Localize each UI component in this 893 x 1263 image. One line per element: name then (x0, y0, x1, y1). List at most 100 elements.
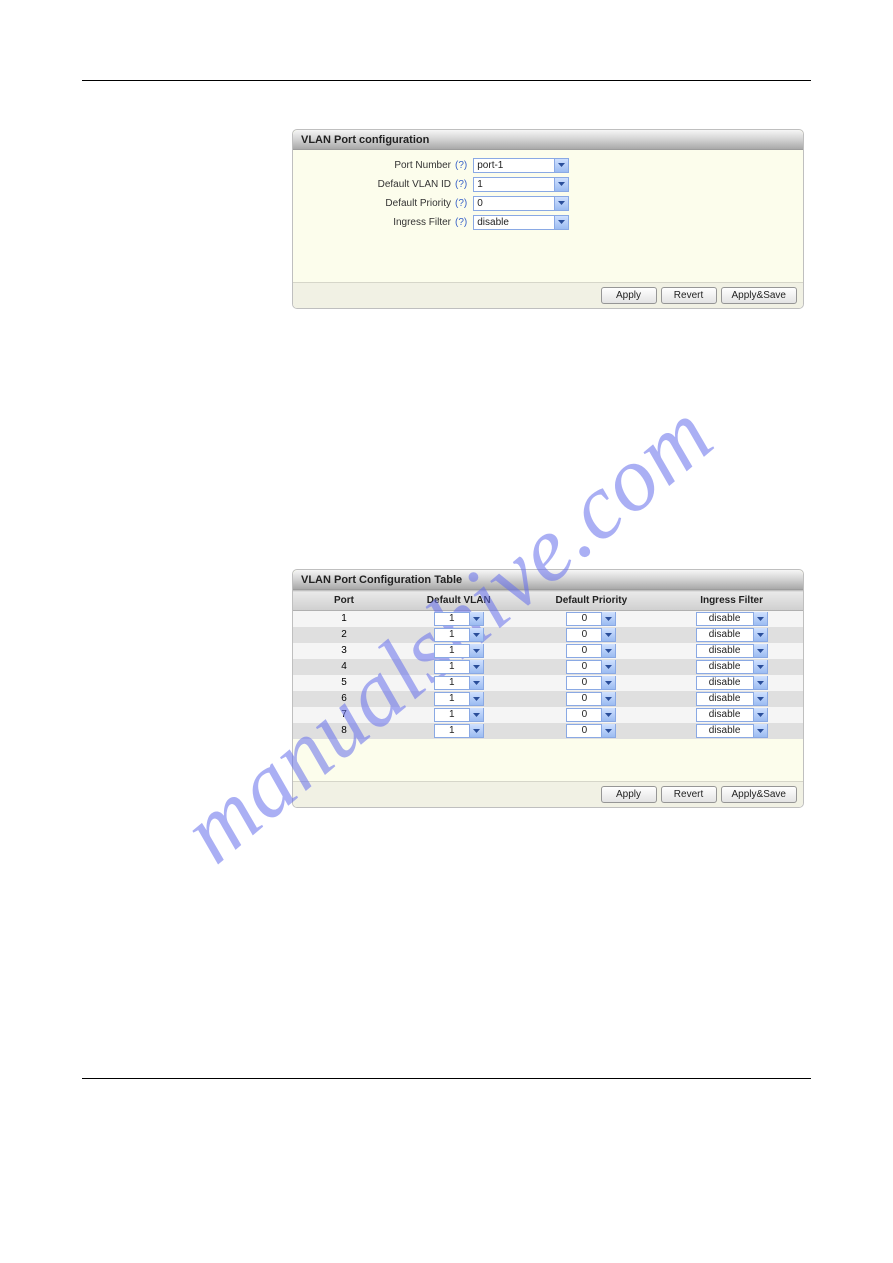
chevron-down-icon (469, 692, 483, 705)
chevron-down-icon (601, 660, 615, 673)
cell-port: 7 (293, 707, 395, 723)
vlan-port-config-title: VLAN Port configuration (301, 134, 429, 146)
chevron-down-icon (554, 216, 568, 229)
select-row-priority[interactable]: 0 (566, 644, 616, 658)
select-ingress-filter-value: disable (474, 217, 554, 228)
select-row-priority[interactable]: 0 (566, 708, 616, 722)
col-default-priority: Default Priority (523, 591, 661, 611)
select-row-filter[interactable]: disable (696, 628, 768, 642)
table-row: 8 1 0 disable (293, 723, 803, 739)
apply-save-button[interactable]: Apply&Save (721, 287, 797, 304)
chevron-down-icon (469, 644, 483, 657)
select-row-priority[interactable]: 0 (566, 612, 616, 626)
select-row-vlan[interactable]: 1 (434, 724, 484, 738)
select-row-vlan[interactable]: 1 (434, 692, 484, 706)
select-row-filter[interactable]: disable (696, 708, 768, 722)
vlan-port-table-header: VLAN Port Configuration Table (293, 570, 803, 590)
select-default-priority[interactable]: 0 (473, 196, 569, 211)
chevron-down-icon (469, 628, 483, 641)
vlan-port-config-panel: VLAN Port configuration Port Number (?) … (292, 129, 804, 309)
select-row-vlan[interactable]: 1 (434, 660, 484, 674)
chevron-down-icon (554, 178, 568, 191)
chevron-down-icon (753, 612, 767, 625)
row-ingress-filter: Ingress Filter (?) disable (303, 213, 793, 231)
label-default-vlan-id: Default VLAN ID (303, 179, 455, 190)
table-row: 6 1 0 disable (293, 691, 803, 707)
select-row-filter-value: disable (697, 677, 753, 688)
help-port-number[interactable]: (?) (455, 160, 467, 171)
select-row-filter-value: disable (697, 725, 753, 736)
cell-port: 1 (293, 611, 395, 627)
cell-port: 6 (293, 691, 395, 707)
table-row: 310disable (293, 643, 803, 659)
chevron-down-icon (601, 628, 615, 641)
select-row-priority[interactable]: 0 (566, 724, 616, 738)
vlan-port-config-wrap: VLAN Port configuration Port Number (?) … (292, 129, 804, 309)
vlan-port-table-body: Port Default VLAN Default Priority Ingre… (293, 590, 803, 781)
cell-port: 8 (293, 723, 395, 739)
bottom-rule (82, 1078, 811, 1079)
select-row-vlan-value: 1 (435, 677, 469, 688)
vlan-port-config-header: VLAN Port configuration (293, 130, 803, 150)
apply-button[interactable]: Apply (601, 786, 657, 803)
chevron-down-icon (601, 676, 615, 689)
chevron-down-icon (753, 692, 767, 705)
chevron-down-icon (753, 644, 767, 657)
vlan-port-table-title: VLAN Port Configuration Table (301, 574, 462, 586)
table-row: 1 1 0 disable (293, 611, 803, 627)
select-row-vlan[interactable]: 1 (434, 628, 484, 642)
col-default-vlan: Default VLAN (395, 591, 523, 611)
select-row-filter-value: disable (697, 693, 753, 704)
select-row-vlan[interactable]: 1 (434, 708, 484, 722)
select-row-vlan[interactable]: 1 (434, 612, 484, 626)
select-row-priority[interactable]: 0 (566, 628, 616, 642)
select-port-number[interactable]: port-1 (473, 158, 569, 173)
chevron-down-icon (753, 660, 767, 673)
select-row-filter-value: disable (697, 613, 753, 624)
help-ingress-filter[interactable]: (?) (455, 217, 467, 228)
select-row-filter[interactable]: disable (696, 612, 768, 626)
revert-button[interactable]: Revert (661, 287, 717, 304)
select-row-filter[interactable]: disable (696, 724, 768, 738)
select-row-priority-value: 0 (567, 725, 601, 736)
select-row-priority[interactable]: 0 (566, 660, 616, 674)
select-row-filter[interactable]: disable (696, 644, 768, 658)
cell-port: 2 (293, 627, 395, 643)
vlan-port-config-table: Port Default VLAN Default Priority Ingre… (293, 590, 803, 739)
chevron-down-icon (554, 159, 568, 172)
chevron-down-icon (753, 708, 767, 721)
table-row: 2 1 0 disable (293, 627, 803, 643)
select-row-filter-value: disable (697, 645, 753, 656)
vlan-port-config-button-bar: Apply Revert Apply&Save (293, 282, 803, 308)
chevron-down-icon (601, 708, 615, 721)
select-default-vlan-id[interactable]: 1 (473, 177, 569, 192)
select-row-filter-value: disable (697, 661, 753, 672)
select-row-vlan[interactable]: 1 (434, 644, 484, 658)
help-default-vlan-id[interactable]: (?) (455, 179, 467, 190)
select-row-vlan-value: 1 (435, 613, 469, 624)
select-ingress-filter[interactable]: disable (473, 215, 569, 230)
select-row-vlan[interactable]: 1 (434, 676, 484, 690)
vlan-port-config-body: Port Number (?) port-1 Default VLAN ID (… (293, 150, 803, 282)
chevron-down-icon (601, 612, 615, 625)
select-row-priority[interactable]: 0 (566, 692, 616, 706)
chevron-down-icon (469, 708, 483, 721)
select-row-filter[interactable]: disable (696, 692, 768, 706)
select-row-priority-value: 0 (567, 645, 601, 656)
apply-button[interactable]: Apply (601, 287, 657, 304)
select-row-filter-value: disable (697, 629, 753, 640)
select-row-filter[interactable]: disable (696, 676, 768, 690)
select-row-vlan-value: 1 (435, 709, 469, 720)
select-row-filter[interactable]: disable (696, 660, 768, 674)
table-row: 410disable (293, 659, 803, 675)
help-default-priority[interactable]: (?) (455, 198, 467, 209)
select-row-vlan-value: 1 (435, 725, 469, 736)
select-row-vlan-value: 1 (435, 661, 469, 672)
chevron-down-icon (601, 692, 615, 705)
row-default-vlan-id: Default VLAN ID (?) 1 (303, 175, 793, 193)
col-port: Port (293, 591, 395, 611)
revert-button[interactable]: Revert (661, 786, 717, 803)
apply-save-button[interactable]: Apply&Save (721, 786, 797, 803)
select-row-priority[interactable]: 0 (566, 676, 616, 690)
chevron-down-icon (753, 676, 767, 689)
